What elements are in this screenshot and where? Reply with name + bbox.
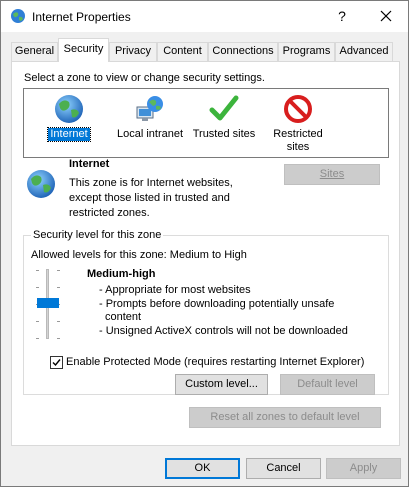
help-button[interactable]: ? — [324, 1, 360, 32]
zone-trusted-sites-label: Trusted sites — [192, 128, 256, 140]
zone-info-title: Internet — [69, 158, 110, 170]
apply-button[interactable]: Apply — [326, 458, 401, 479]
slider-tick — [36, 321, 39, 322]
slider-thumb[interactable] — [37, 298, 59, 308]
zone-restricted-sites-label: Restricted sites — [273, 128, 323, 153]
restricted-icon — [284, 95, 312, 123]
tab-general[interactable]: General — [11, 42, 58, 61]
slider-tick — [57, 287, 60, 288]
checkmark-icon — [52, 359, 61, 367]
sites-button[interactable]: Sites — [284, 164, 380, 185]
zone-instruction: Select a zone to view or change security… — [24, 72, 265, 84]
zone-local-intranet-label: Local intranet — [116, 128, 184, 140]
close-icon — [380, 10, 392, 22]
globe-icon — [55, 95, 83, 123]
zone-local-intranet[interactable]: Local intranet — [110, 93, 190, 141]
zone-internet-label: Internet — [47, 127, 91, 142]
slider-tick — [36, 270, 39, 271]
internet-globe-icon — [11, 9, 25, 23]
zone-globe-icon — [27, 170, 55, 198]
allowed-levels-text: Allowed levels for this zone: Medium to … — [31, 249, 247, 261]
tab-programs[interactable]: Programs — [278, 42, 335, 61]
slider-tick — [57, 321, 60, 322]
protected-mode-label[interactable]: Enable Protected Mode (requires restarti… — [66, 356, 364, 368]
window-title: Internet Properties — [32, 10, 131, 24]
zone-list: Internet Local intranet Trusted sites Re… — [23, 88, 389, 158]
zone-info-description: This zone is for Internet websites, exce… — [69, 177, 233, 219]
internet-properties-dialog: Internet Properties ? General Security P… — [0, 0, 409, 487]
level-bullet: - Appropriate for most websites — [99, 284, 251, 296]
security-tab-page: Select a zone to view or change security… — [11, 61, 400, 446]
level-description: - Appropriate for most websites - Prompt… — [99, 284, 348, 338]
intranet-icon — [136, 96, 163, 121]
title-bar: Internet Properties ? — [1, 1, 408, 32]
default-level-button[interactable]: Default level — [280, 374, 375, 395]
zone-trusted-sites[interactable]: Trusted sites — [190, 93, 258, 141]
slider-tick — [57, 270, 60, 271]
security-level-group: Security level for this zone Allowed lev… — [23, 229, 389, 395]
close-button[interactable] — [363, 1, 408, 32]
tab-content[interactable]: Content — [157, 42, 208, 61]
tab-privacy[interactable]: Privacy — [109, 42, 157, 61]
ok-button[interactable]: OK — [165, 458, 240, 479]
tab-security[interactable]: Security — [58, 38, 109, 62]
level-bullet: - Prompts before downloading potentially… — [99, 297, 335, 310]
checkmark-icon — [209, 95, 239, 121]
cancel-button[interactable]: Cancel — [246, 458, 321, 479]
slider-tick — [36, 338, 39, 339]
zone-restricted-sites[interactable]: Restricted sites — [264, 93, 332, 154]
tab-advanced[interactable]: Advanced — [335, 42, 393, 61]
reset-all-zones-button[interactable]: Reset all zones to default level — [189, 407, 381, 428]
tab-connections[interactable]: Connections — [208, 42, 278, 61]
level-name: Medium-high — [87, 268, 156, 280]
slider-tick — [36, 287, 39, 288]
level-bullet: - Unsigned ActiveX controls will not be … — [99, 324, 348, 337]
protected-mode-checkbox[interactable] — [50, 356, 63, 369]
slider-tick — [57, 338, 60, 339]
security-level-slider[interactable] — [33, 269, 63, 341]
custom-level-button[interactable]: Custom level... — [175, 374, 268, 395]
zone-internet[interactable]: Internet — [39, 93, 99, 142]
security-level-group-title: Security level for this zone — [31, 229, 164, 241]
level-bullet: content — [105, 311, 142, 323]
